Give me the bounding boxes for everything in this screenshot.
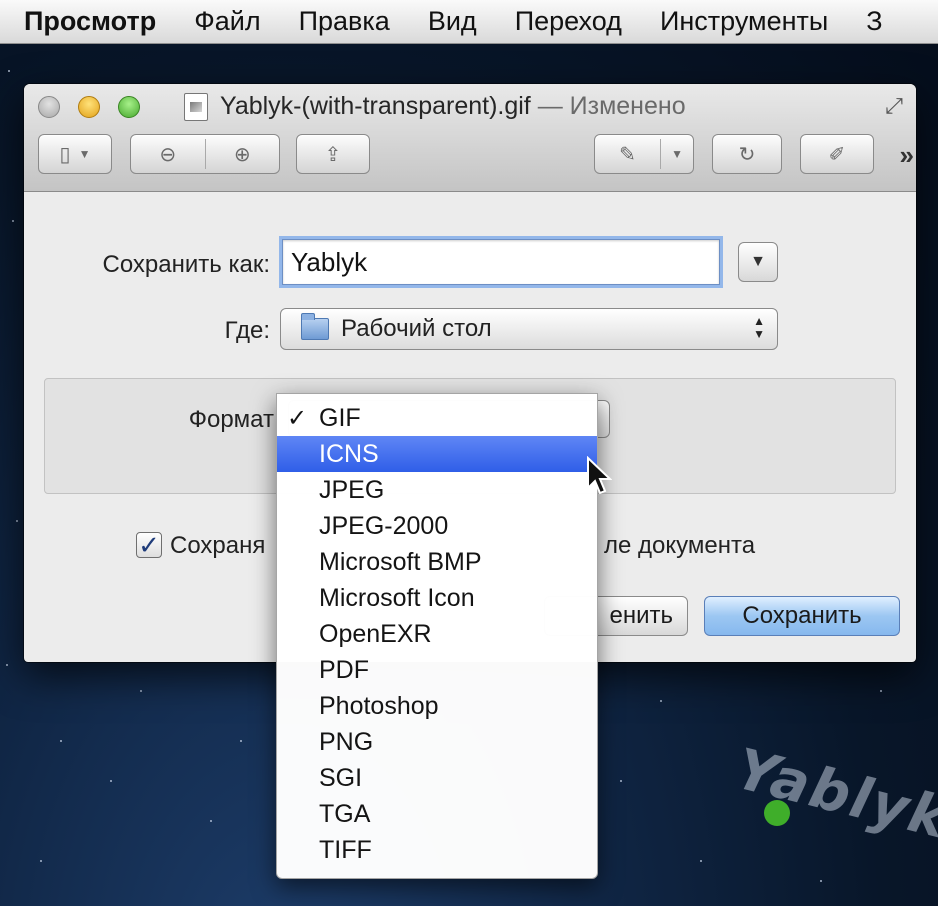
checkmark-icon: ✓: [138, 530, 160, 560]
chevron-down-icon: ▼: [671, 147, 683, 161]
where-label: Где:: [224, 317, 270, 344]
menu-tools[interactable]: Инструменты: [660, 6, 828, 37]
zoom-in-button[interactable]: ⊕: [206, 135, 280, 173]
zoom-control: ⊖ ⊕: [130, 134, 280, 174]
save-button[interactable]: Сохранить: [704, 596, 900, 636]
window-filename: Yablyk-(with-transparent).gif: [220, 92, 531, 120]
format-dropdown-menu: ✓ GIF ICNS JPEG JPEG-2000 Microsoft BMP M…: [276, 393, 598, 879]
where-select[interactable]: Рабочий стол ▲ ▼: [280, 308, 778, 350]
edit-toolbar-icon: ✐: [828, 143, 846, 166]
share-icon: ⇪: [324, 143, 342, 166]
share-button[interactable]: ⇪: [296, 134, 370, 174]
filename-input[interactable]: [282, 239, 720, 285]
checkbox-label-tail: ле документа: [604, 532, 756, 559]
save-label: Сохранить: [742, 602, 862, 629]
mouse-cursor-icon: [587, 456, 612, 495]
save-as-label: Сохранить как:: [102, 251, 270, 278]
zoom-button[interactable]: [118, 96, 140, 118]
format-option-microsoft-icon[interactable]: Microsoft Icon: [277, 580, 597, 616]
format-option-png[interactable]: PNG: [277, 724, 597, 760]
chevron-down-icon: ▼: [78, 147, 91, 161]
format-option-sgi[interactable]: SGI: [277, 760, 597, 796]
window-title: Yablyk-(with-transparent).gif — Изменено: [220, 92, 686, 121]
menu-view[interactable]: Вид: [428, 6, 477, 37]
menu-app-preview[interactable]: Просмотр: [24, 6, 156, 37]
zoom-out-icon: ⊖: [159, 143, 177, 166]
menu-edit[interactable]: Правка: [299, 6, 390, 37]
where-value: Рабочий стол: [341, 315, 492, 342]
checkbox-label: Сохраня: [170, 532, 266, 559]
menu-go[interactable]: Переход: [515, 6, 622, 37]
annotate-button[interactable]: ✎ ▼: [594, 134, 694, 174]
title-bar: Yablyk-(with-transparent).gif — Изменено…: [24, 84, 916, 192]
zoom-in-icon: ⊕: [233, 143, 251, 166]
format-option-photoshop[interactable]: Photoshop: [277, 688, 597, 724]
zoom-out-button[interactable]: ⊖: [131, 135, 205, 173]
checkbox[interactable]: ✓: [136, 532, 162, 558]
double-chevron-icon[interactable]: »: [900, 140, 915, 171]
window-modified-status: — Изменено: [537, 92, 686, 120]
menu-next-truncated[interactable]: З: [866, 6, 882, 37]
format-option-jpeg-2000[interactable]: JPEG-2000: [277, 508, 597, 544]
minimize-button[interactable]: [78, 96, 100, 118]
format-label: Формат: [188, 406, 274, 433]
format-option-openexr[interactable]: OpenEXR: [277, 616, 597, 652]
format-option-tga[interactable]: TGA: [277, 796, 597, 832]
fullscreen-icon[interactable]: ⤢: [880, 92, 908, 120]
menu-file[interactable]: Файл: [194, 6, 260, 37]
sidebar-icon: ▯: [59, 143, 71, 166]
pen-icon: ✎: [619, 143, 636, 166]
chevron-down-icon: ▼: [750, 253, 766, 270]
folder-icon: [301, 313, 329, 340]
cancel-label: енить: [609, 602, 673, 629]
menu-bar: Просмотр Файл Правка Вид Переход Инструм…: [0, 0, 938, 44]
format-option-tiff[interactable]: TIFF: [277, 832, 597, 868]
close-button[interactable]: [38, 96, 60, 118]
format-option-microsoft-bmp[interactable]: Microsoft BMP: [277, 544, 597, 580]
rotate-button[interactable]: ↻: [712, 134, 782, 174]
expand-dialog-button[interactable]: ▼: [738, 242, 778, 282]
watermark-logo: Yablyk: [729, 736, 938, 853]
sidebar-button[interactable]: ▯ ▼: [38, 134, 112, 174]
format-option-pdf[interactable]: PDF: [277, 652, 597, 688]
checkmark-icon: ✓: [287, 404, 308, 432]
format-option-gif[interactable]: ✓ GIF: [277, 400, 597, 436]
updown-arrows-icon: ▲ ▼: [753, 314, 765, 341]
edit-toolbar-button[interactable]: ✐: [800, 134, 874, 174]
format-option-icns[interactable]: ICNS: [277, 436, 597, 472]
document-icon: [184, 93, 208, 121]
format-option-jpeg[interactable]: JPEG: [277, 472, 597, 508]
rotate-icon: ↻: [738, 143, 756, 166]
